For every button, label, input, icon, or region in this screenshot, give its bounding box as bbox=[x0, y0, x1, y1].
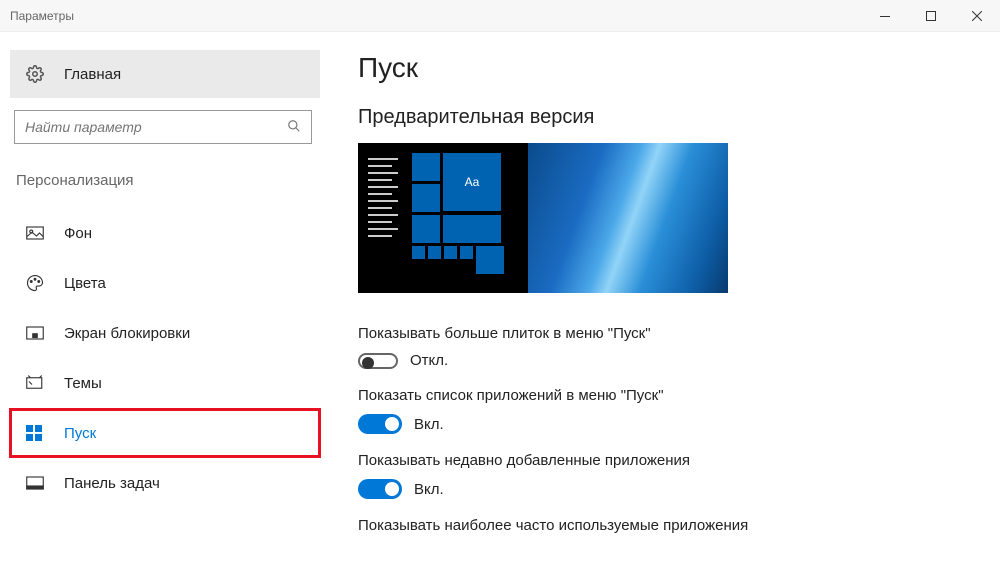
preview-desktop bbox=[528, 143, 728, 293]
search-input[interactable] bbox=[25, 119, 287, 135]
start-preview: Aa bbox=[358, 143, 728, 293]
sidebar-item-label: Темы bbox=[64, 375, 102, 392]
sidebar-item-label: Экран блокировки bbox=[64, 325, 190, 342]
sidebar-item-label: Цвета bbox=[64, 275, 106, 292]
themes-icon bbox=[26, 375, 46, 391]
sidebar-item-taskbar[interactable]: Панель задач bbox=[10, 459, 320, 507]
sidebar-item-label: Фон bbox=[64, 225, 92, 242]
setting-label: Показывать больше плиток в меню "Пуск" bbox=[358, 325, 960, 342]
taskbar-icon bbox=[26, 476, 46, 490]
home-button[interactable]: Главная bbox=[10, 50, 320, 98]
lockscreen-icon bbox=[26, 326, 46, 340]
sidebar-item-start[interactable]: Пуск bbox=[10, 409, 320, 457]
start-icon bbox=[26, 425, 46, 441]
preview-title: Предварительная версия bbox=[358, 106, 960, 129]
setting-label: Показывать наиболее часто используемые п… bbox=[358, 517, 960, 534]
page-title: Пуск bbox=[358, 52, 960, 84]
sidebar-item-label: Пуск bbox=[64, 425, 96, 442]
setting-label: Показать список приложений в меню "Пуск" bbox=[358, 387, 960, 404]
setting-most-used: Показывать наиболее часто используемые п… bbox=[358, 517, 960, 534]
home-label: Главная bbox=[64, 66, 121, 83]
close-button[interactable] bbox=[954, 0, 1000, 32]
toggle-more-tiles[interactable] bbox=[358, 353, 398, 369]
toggle-state-text: Вкл. bbox=[414, 416, 444, 433]
sidebar-item-colors[interactable]: Цвета bbox=[10, 259, 320, 307]
minimize-button[interactable] bbox=[862, 0, 908, 32]
setting-app-list: Показать список приложений в меню "Пуск"… bbox=[358, 387, 960, 434]
titlebar: Параметры bbox=[0, 0, 1000, 32]
sidebar: Главная Персонализация Фон Цвета bbox=[0, 32, 330, 570]
window-controls bbox=[862, 0, 1000, 31]
setting-recent-apps: Показывать недавно добавленные приложени… bbox=[358, 452, 960, 499]
sidebar-item-lockscreen[interactable]: Экран блокировки bbox=[10, 309, 320, 357]
maximize-button[interactable] bbox=[908, 0, 954, 32]
preview-start-menu: Aa bbox=[358, 143, 528, 293]
search-icon bbox=[287, 119, 301, 136]
sidebar-item-background[interactable]: Фон bbox=[10, 209, 320, 257]
search-box[interactable] bbox=[14, 110, 312, 144]
gear-icon bbox=[26, 65, 46, 83]
sidebar-item-label: Панель задач bbox=[64, 475, 160, 492]
toggle-state-text: Откл. bbox=[410, 352, 448, 369]
toggle-state-text: Вкл. bbox=[414, 481, 444, 498]
sidebar-item-themes[interactable]: Темы bbox=[10, 359, 320, 407]
window-title: Параметры bbox=[10, 9, 862, 23]
toggle-app-list[interactable] bbox=[358, 414, 402, 434]
preview-tile-aa: Aa bbox=[443, 153, 501, 211]
setting-label: Показывать недавно добавленные приложени… bbox=[358, 452, 960, 469]
section-label: Персонализация bbox=[0, 172, 330, 207]
picture-icon bbox=[26, 226, 46, 240]
main-content: Пуск Предварительная версия Aa bbox=[330, 32, 1000, 570]
toggle-recent-apps[interactable] bbox=[358, 479, 402, 499]
palette-icon bbox=[26, 274, 46, 292]
setting-more-tiles: Показывать больше плиток в меню "Пуск" О… bbox=[358, 325, 960, 369]
